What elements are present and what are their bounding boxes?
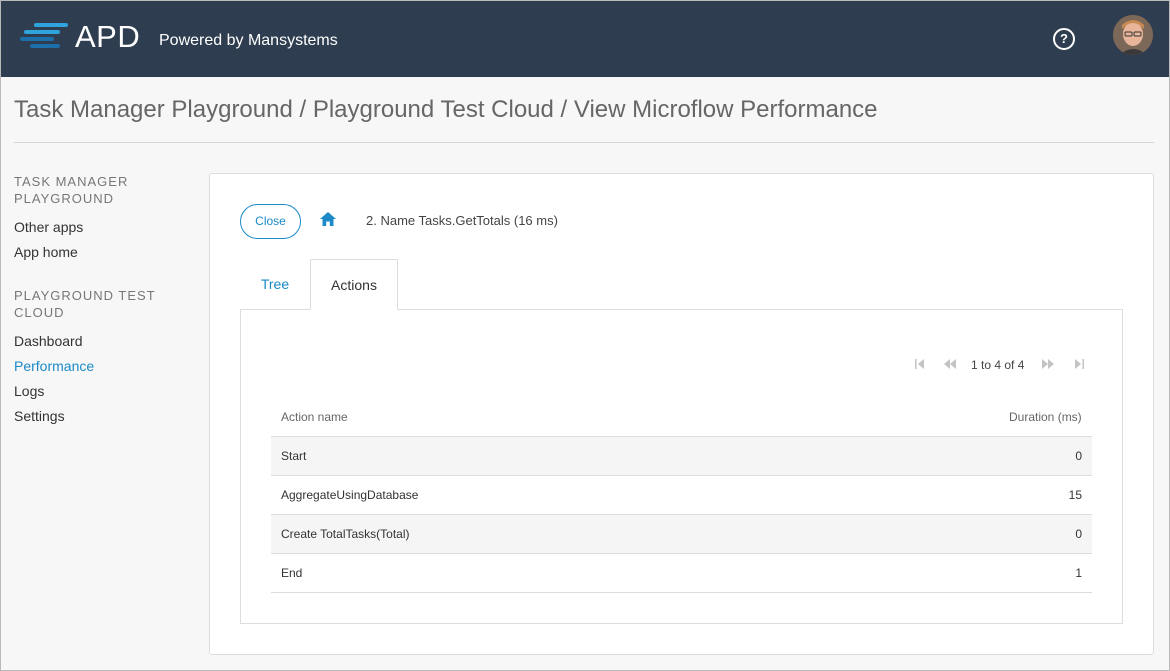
page-title: Task Manager Playground / Playground Tes… <box>14 96 878 123</box>
column-header-duration[interactable]: Duration (ms) <box>1009 410 1082 424</box>
table-row[interactable]: End 1 <box>271 553 1092 592</box>
sidebar-item-other-apps[interactable]: Other apps <box>14 219 83 235</box>
action-name-cell: Start <box>281 449 307 463</box>
action-name-cell: AggregateUsingDatabase <box>281 488 419 502</box>
divider <box>271 592 1092 593</box>
sidebar-item-performance[interactable]: Performance <box>14 358 94 374</box>
top-navigation-bar: APD Powered by Mansystems ? <box>1 1 1169 77</box>
next-page-icon[interactable] <box>1042 358 1054 370</box>
logo-subtitle: Powered by Mansystems <box>159 32 338 49</box>
tab-actions[interactable]: Actions <box>310 259 398 310</box>
home-icon[interactable] <box>320 212 336 227</box>
question-circle-icon[interactable]: ? <box>1053 28 1075 50</box>
table-row[interactable]: AggregateUsingDatabase 15 <box>271 475 1092 514</box>
first-page-icon[interactable] <box>914 358 926 370</box>
sidebar-item-logs[interactable]: Logs <box>14 383 44 399</box>
sidebar-section-task-manager: TASK MANAGER PLAYGROUND <box>14 174 129 206</box>
table-row[interactable]: Create TotalTasks(Total) 0 <box>271 514 1092 553</box>
sidebar-item-app-home[interactable]: App home <box>14 244 78 260</box>
duration-cell: 0 <box>1075 449 1082 463</box>
table-row[interactable]: Start 0 <box>271 436 1092 475</box>
action-name-cell: Create TotalTasks(Total) <box>281 527 410 541</box>
sidebar-item-settings[interactable]: Settings <box>14 408 65 424</box>
tab-tree[interactable]: Tree <box>240 259 310 310</box>
divider <box>14 142 1154 143</box>
logo-text: APD <box>75 19 141 54</box>
pager-status: 1 to 4 of 4 <box>971 358 1025 372</box>
action-name-cell: End <box>281 566 303 580</box>
sidebar-item-dashboard[interactable]: Dashboard <box>14 333 83 349</box>
breadcrumb: 2. Name Tasks.GetTotals (16 ms) <box>366 213 558 228</box>
sidebar-section-test-cloud: PLAYGROUND TEST CLOUD <box>14 288 156 320</box>
duration-cell: 1 <box>1075 566 1082 580</box>
duration-cell: 15 <box>1068 488 1082 502</box>
last-page-icon[interactable] <box>1073 358 1085 370</box>
previous-page-icon[interactable] <box>944 358 956 370</box>
user-avatar[interactable] <box>1113 15 1153 55</box>
duration-cell: 0 <box>1075 527 1082 541</box>
close-button[interactable]: Close <box>240 204 301 239</box>
apd-logo-icon <box>20 23 68 49</box>
column-header-action-name[interactable]: Action name <box>281 410 348 424</box>
